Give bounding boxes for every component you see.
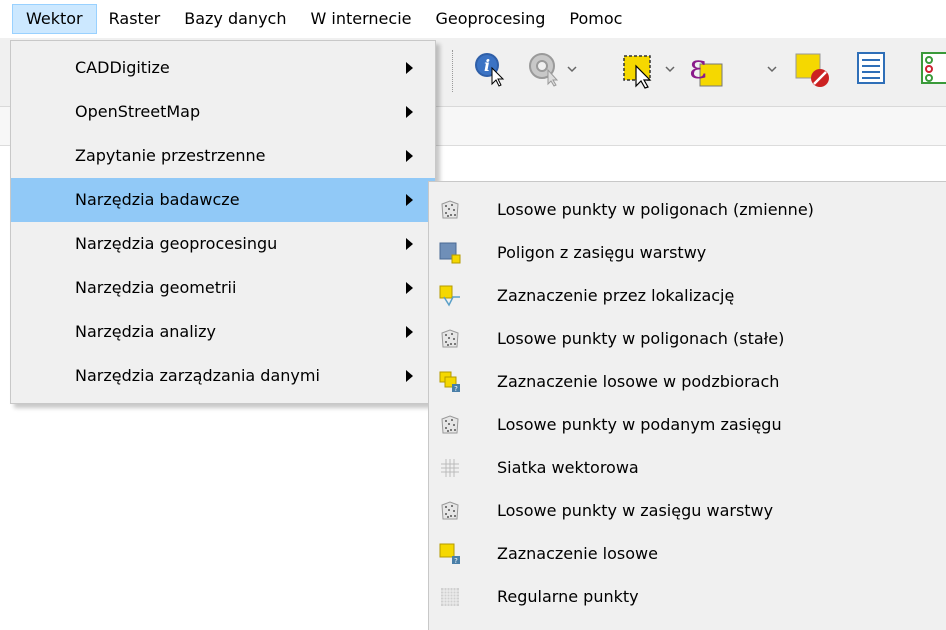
submenu-item-polygon-from-extent[interactable]: Poligon z zasięgu warstwy (429, 231, 946, 275)
menu-item-label: Narzędzia zarządzania danymi (75, 366, 320, 385)
menu-item-label: CADDigitize (75, 58, 170, 77)
run-action-icon[interactable] (526, 50, 564, 88)
submenu-item-label: Poligon z zasięgu warstwy (497, 243, 707, 262)
random-points-icon (441, 329, 459, 348)
select-by-location-icon (439, 285, 460, 307)
research-tools-submenu: Losowe punkty w poligonach (zmienne) Pol… (428, 181, 946, 630)
regular-points-icon (441, 588, 459, 606)
menu-item-data-management-tools[interactable]: Narzędzia zarządzania danymi (11, 354, 435, 398)
submenu-item-label: Zaznaczenie losowe (497, 544, 658, 563)
submenu-arrow-icon (406, 282, 413, 294)
submenu-item-label: Losowe punkty w poligonach (zmienne) (497, 200, 814, 219)
submenu-item-label: Siatka wektorowa (497, 458, 639, 477)
polygon-extent-icon (439, 242, 461, 264)
submenu-arrow-icon (406, 194, 413, 206)
submenu-item-label: Losowe punkty w poligonach (stałe) (497, 329, 785, 348)
toolbar-separator (452, 50, 455, 92)
statistics-icon[interactable] (918, 50, 946, 86)
chevron-down-icon[interactable] (664, 64, 676, 74)
deselect-all-icon[interactable] (792, 50, 832, 90)
svg-text:ε: ε (689, 48, 707, 87)
menu-item-openstreetmap[interactable]: OpenStreetMap (11, 90, 435, 134)
submenu-item-vector-grid[interactable]: Siatka wektorowa (429, 446, 946, 490)
submenu-item-select-by-location[interactable]: Zaznaczenie przez lokalizację (429, 274, 946, 318)
submenu-item-random-points-fixed[interactable]: Losowe punkty w poligonach (stałe) (429, 317, 946, 361)
vector-grid-icon (441, 459, 459, 477)
select-features-icon[interactable] (620, 50, 660, 90)
submenu-arrow-icon (406, 106, 413, 118)
menu-item-geometry-tools[interactable]: Narzędzia geometrii (11, 266, 435, 310)
menu-bar: Wektor Raster Bazy danych W internecie G… (0, 0, 946, 38)
menu-help[interactable]: Pomoc (557, 4, 634, 34)
submenu-item-label: Losowe punkty w zasięgu warstwy (497, 501, 774, 520)
svg-text:i: i (484, 56, 490, 75)
identify-features-icon[interactable]: i (472, 50, 510, 88)
submenu-item-label: Zaznaczenie losowe w podzbiorach (497, 372, 780, 391)
menu-item-label: Zapytanie przestrzenne (75, 146, 266, 165)
svg-text:?: ? (454, 557, 458, 565)
submenu-arrow-icon (406, 238, 413, 250)
menu-item-geoprocessing-tools[interactable]: Narzędzia geoprocesingu (11, 222, 435, 266)
attribute-table-icon[interactable] (854, 50, 888, 86)
menu-item-research-tools[interactable]: Narzędzia badawcze (11, 178, 435, 222)
vector-menu: CADDigitize OpenStreetMap Zapytanie prze… (10, 40, 436, 404)
submenu-item-random-selection[interactable]: ? Zaznaczenie losowe (429, 532, 946, 576)
menu-item-label: Narzędzia badawcze (75, 190, 240, 209)
submenu-item-label: Regularne punkty (497, 587, 639, 606)
menu-item-label: Narzędzia analizy (75, 322, 216, 341)
random-points-icon (441, 200, 459, 219)
menu-databases[interactable]: Bazy danych (172, 4, 298, 34)
menu-item-label: Narzędzia geoprocesingu (75, 234, 278, 253)
submenu-item-random-points-variable[interactable]: Losowe punkty w poligonach (zmienne) (429, 188, 946, 232)
menu-vector[interactable]: Wektor (12, 4, 97, 34)
menu-geoprocessing[interactable]: Geoprocesing (423, 4, 557, 34)
menu-item-label: Narzędzia geometrii (75, 278, 237, 297)
submenu-item-regular-points[interactable]: Regularne punkty (429, 575, 946, 619)
submenu-arrow-icon (406, 62, 413, 74)
menu-item-spatial-query[interactable]: Zapytanie przestrzenne (11, 134, 435, 178)
menu-item-caddigitize[interactable]: CADDigitize (11, 46, 435, 90)
random-points-icon (441, 415, 459, 434)
submenu-item-random-selection-subsets[interactable]: ? Zaznaczenie losowe w podzbiorach (429, 360, 946, 404)
select-by-expression-icon[interactable]: ε (684, 48, 728, 92)
random-selection-icon: ? (439, 543, 460, 565)
menu-item-analysis-tools[interactable]: Narzędzia analizy (11, 310, 435, 354)
submenu-item-label: Losowe punkty w podanym zasięgu (497, 415, 782, 434)
submenu-arrow-icon (406, 150, 413, 162)
menu-web[interactable]: W internecie (299, 4, 424, 34)
svg-text:?: ? (454, 385, 458, 393)
submenu-item-label: Zaznaczenie przez lokalizację (497, 286, 735, 305)
submenu-item-random-points-in-extent[interactable]: Losowe punkty w podanym zasięgu (429, 403, 946, 447)
menu-raster[interactable]: Raster (97, 4, 173, 34)
menu-item-label: OpenStreetMap (75, 102, 201, 121)
submenu-item-random-points-in-layer-extent[interactable]: Losowe punkty w zasięgu warstwy (429, 489, 946, 533)
chevron-down-icon[interactable] (566, 64, 578, 74)
submenu-arrow-icon (406, 326, 413, 338)
submenu-arrow-icon (406, 370, 413, 382)
random-selection-subsets-icon: ? (439, 371, 460, 393)
chevron-down-icon[interactable] (766, 64, 778, 74)
random-points-icon (441, 501, 459, 520)
